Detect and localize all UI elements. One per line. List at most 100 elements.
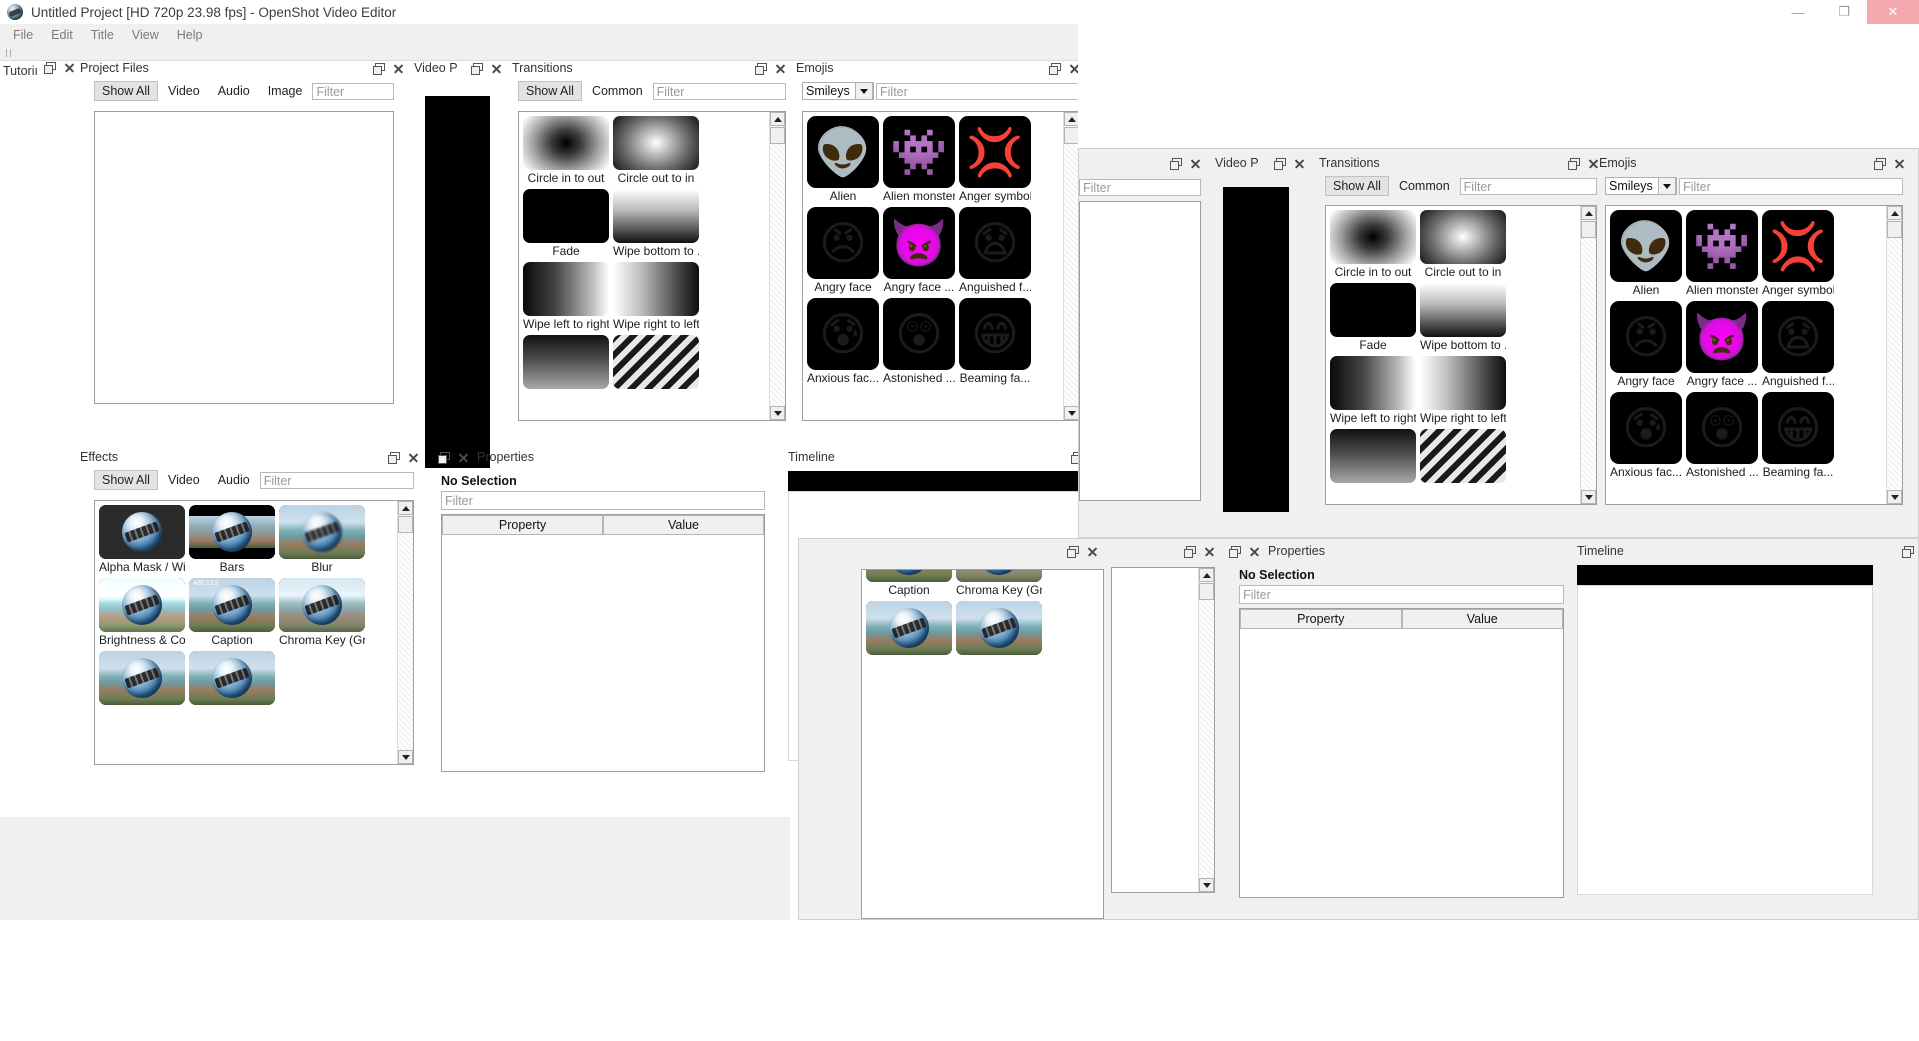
scroll-up-button[interactable] bbox=[1199, 568, 1214, 582]
scroll-up-button[interactable] bbox=[398, 501, 413, 515]
effect-item[interactable]: Chroma Key (Gr... bbox=[956, 570, 1042, 597]
preview-scrollbar-3[interactable] bbox=[1198, 568, 1214, 892]
float-icon[interactable] bbox=[373, 62, 385, 75]
properties-table-2[interactable]: Property Value bbox=[1239, 608, 1564, 898]
secondary-window-titlebar[interactable]: — ❐ ✕ bbox=[1078, 0, 1919, 148]
float-icon[interactable] bbox=[1229, 545, 1241, 558]
float-icon[interactable] bbox=[1049, 62, 1061, 75]
scroll-up-button[interactable] bbox=[770, 112, 785, 126]
transitions-panel[interactable]: Transitions Show All Common Filter Circl… bbox=[512, 58, 792, 428]
scroll-thumb[interactable] bbox=[1064, 127, 1079, 144]
transition-thumb[interactable] bbox=[523, 262, 609, 316]
effect-item[interactable]: Chroma Key (Gr... bbox=[279, 578, 365, 647]
transition-thumb[interactable] bbox=[1420, 283, 1506, 337]
tab-audio[interactable]: Audio bbox=[210, 470, 258, 490]
menu-file[interactable]: File bbox=[4, 26, 42, 44]
video-preview-panel-2-buttons[interactable] bbox=[1274, 157, 1311, 170]
scroll-up-button[interactable] bbox=[1581, 206, 1596, 220]
transitions-list-2[interactable]: Circle in to out Circle out to in Fade W… bbox=[1325, 205, 1597, 505]
video-preview-surface[interactable] bbox=[425, 96, 490, 468]
effect-thumb[interactable] bbox=[866, 570, 952, 582]
close-icon[interactable] bbox=[1087, 546, 1098, 557]
transition-thumb[interactable] bbox=[1330, 210, 1416, 264]
secondary-window-controls[interactable]: — ❐ ✕ bbox=[1775, 0, 1919, 24]
effect-item[interactable]: Alpha Mask / Wi... bbox=[99, 505, 185, 574]
secondary-window-upper-pane[interactable]: Filter Video P Transitions Show All Comm… bbox=[1078, 148, 1919, 538]
transition-thumb[interactable] bbox=[1330, 429, 1416, 483]
emoji-thumb[interactable]: 😁 bbox=[1762, 392, 1834, 464]
float-icon[interactable] bbox=[1274, 157, 1286, 170]
transition-thumb[interactable] bbox=[1420, 210, 1506, 264]
tab-show-all[interactable]: Show All bbox=[94, 470, 158, 490]
transition-item[interactable]: Wipe bottom to ... bbox=[1420, 283, 1506, 352]
emoji-thumb[interactable]: 😧 bbox=[1762, 301, 1834, 373]
close-icon[interactable] bbox=[1249, 546, 1260, 557]
timeline-panel-2[interactable]: Timeline bbox=[1577, 541, 1919, 919]
transition-thumb[interactable] bbox=[613, 335, 699, 389]
scroll-thumb[interactable] bbox=[770, 127, 785, 144]
float-icon[interactable] bbox=[1170, 157, 1182, 170]
properties-panel[interactable]: Properties No Selection Filter Property … bbox=[438, 447, 768, 817]
transitions-scrollbar[interactable] bbox=[769, 112, 785, 420]
video-preview-panel-buttons[interactable] bbox=[471, 62, 508, 75]
float-icon[interactable] bbox=[1568, 157, 1580, 170]
transition-thumb[interactable] bbox=[613, 189, 699, 243]
effect-item[interactable]: Blur bbox=[279, 505, 365, 574]
effect-item[interactable]: Caption bbox=[866, 570, 952, 597]
float-icon[interactable] bbox=[755, 62, 767, 75]
effect-item[interactable] bbox=[99, 651, 185, 706]
project-files-panel-buttons[interactable] bbox=[373, 62, 410, 75]
emoji-item[interactable]: 👾 Alien monster bbox=[1686, 210, 1758, 297]
emoji-category-select-2[interactable]: Smileys bbox=[1605, 177, 1677, 195]
transition-thumb[interactable] bbox=[523, 335, 609, 389]
effects-list[interactable]: Alpha Mask / Wi... Bars Blur Brightness … bbox=[94, 500, 414, 765]
chevron-down-icon[interactable] bbox=[1658, 177, 1676, 195]
emoji-thumb[interactable]: 💢 bbox=[1762, 210, 1834, 282]
effect-item[interactable] bbox=[866, 601, 952, 656]
emojis-scrollbar-2[interactable] bbox=[1886, 206, 1902, 504]
emoji-item[interactable]: 😧 Anguished f... bbox=[959, 207, 1031, 294]
video-preview-panel-3-buttons[interactable] bbox=[1184, 545, 1223, 558]
emoji-item[interactable]: 😧 Anguished f... bbox=[1762, 301, 1834, 388]
float-icon[interactable] bbox=[438, 451, 450, 464]
project-files-filterbar[interactable]: Show All Video Audio Image Filter bbox=[94, 81, 394, 101]
transition-thumb[interactable] bbox=[613, 116, 699, 170]
float-icon[interactable] bbox=[471, 62, 483, 75]
chevron-down-icon[interactable] bbox=[855, 82, 873, 100]
emojis-list-2[interactable]: 👽 Alien 👾 Alien monster 💢 Anger symbol 😠 Ang… bbox=[1605, 205, 1903, 505]
effect-item[interactable] bbox=[956, 601, 1042, 656]
effects-panel[interactable]: Effects Show All Video Audio Filter Alph… bbox=[80, 447, 425, 817]
close-icon[interactable] bbox=[64, 62, 75, 73]
scroll-up-button[interactable] bbox=[1064, 112, 1079, 126]
timeline-panel-2-buttons[interactable] bbox=[1902, 545, 1919, 558]
transitions-scrollbar-2[interactable] bbox=[1580, 206, 1596, 504]
properties-filter-input-2[interactable]: Filter bbox=[1239, 585, 1564, 604]
effect-thumb[interactable] bbox=[189, 505, 275, 559]
emoji-thumb[interactable]: 😁 bbox=[959, 298, 1031, 370]
transition-item[interactable]: Wipe right to left bbox=[613, 262, 699, 331]
effect-thumb[interactable] bbox=[189, 578, 275, 632]
close-icon[interactable] bbox=[1294, 158, 1305, 169]
emoji-item[interactable]: 😁 Beaming fa... bbox=[959, 298, 1031, 385]
scroll-down-button[interactable] bbox=[398, 750, 413, 764]
emojis-panel[interactable]: Emojis Smileys Filter 👽 Alien 👾 Alien mons… bbox=[796, 58, 1086, 428]
emoji-thumb[interactable]: 😧 bbox=[959, 207, 1031, 279]
transition-item[interactable]: Wipe bottom to ... bbox=[613, 189, 699, 258]
transition-item[interactable] bbox=[523, 335, 609, 390]
emojis-filter-input-2[interactable]: Filter bbox=[1679, 177, 1903, 195]
effect-thumb[interactable] bbox=[866, 601, 952, 655]
emoji-thumb[interactable]: 👽 bbox=[1610, 210, 1682, 282]
project-files-panel-2-buttons[interactable] bbox=[1170, 157, 1209, 170]
emoji-thumb[interactable]: 😠 bbox=[807, 207, 879, 279]
transition-thumb[interactable] bbox=[523, 116, 609, 170]
effects-panel-2[interactable]: Alpha Mask / Wi... Bars Blur Brightness … bbox=[799, 541, 1104, 919]
transition-item[interactable] bbox=[613, 335, 699, 390]
float-icon[interactable] bbox=[1184, 545, 1196, 558]
close-icon[interactable] bbox=[458, 452, 469, 463]
emoji-thumb[interactable]: 💢 bbox=[959, 116, 1031, 188]
emoji-thumb[interactable]: 👾 bbox=[1686, 210, 1758, 282]
close-icon[interactable] bbox=[491, 63, 502, 74]
properties-filter-input[interactable]: Filter bbox=[441, 491, 765, 510]
project-files-filter-input[interactable]: Filter bbox=[312, 82, 394, 100]
column-header-property[interactable]: Property bbox=[1240, 609, 1402, 629]
